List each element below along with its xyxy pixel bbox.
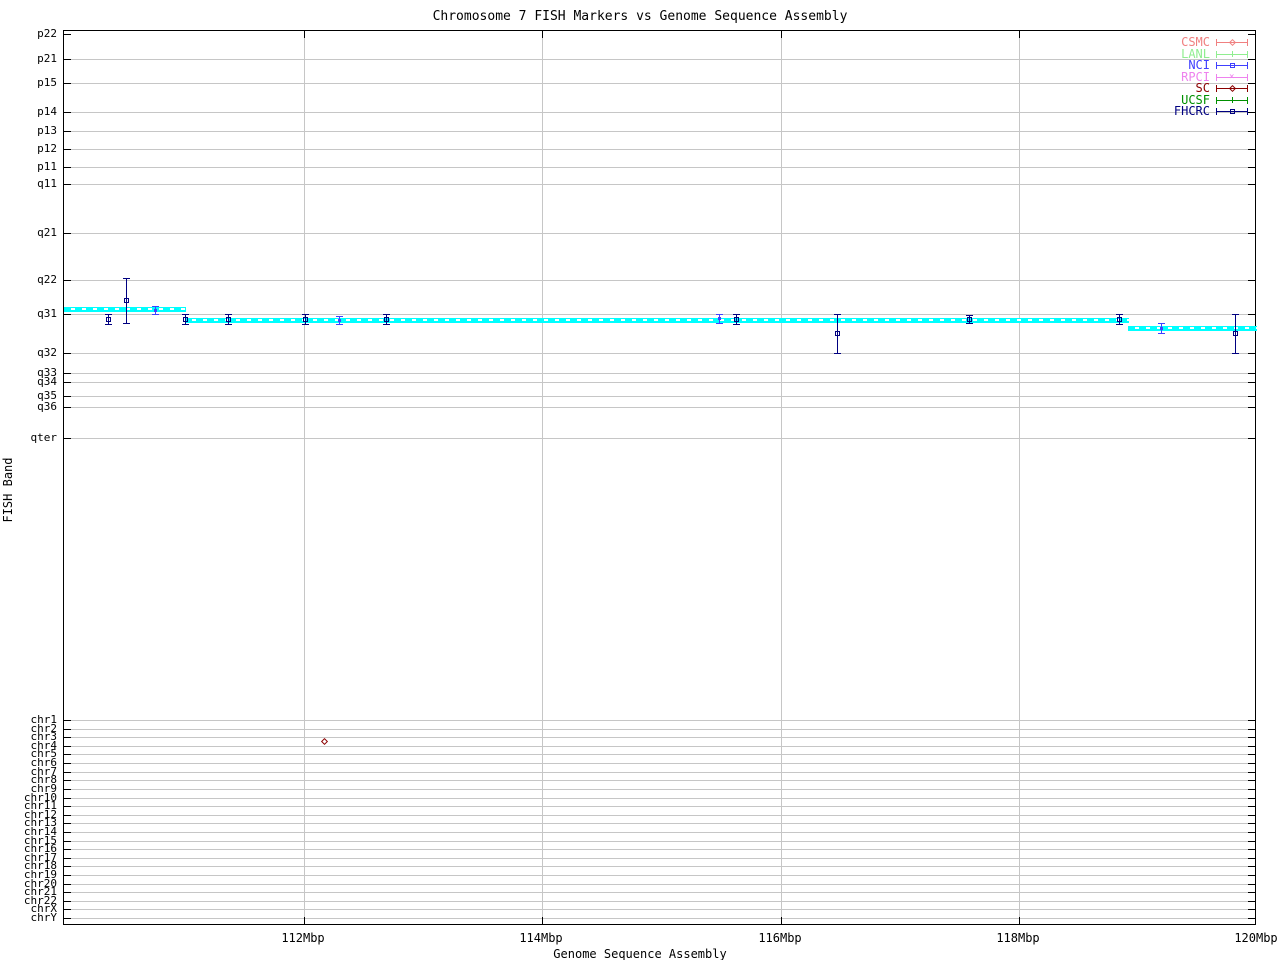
chart-canvas: Chromosome 7 FISH Markers vs Genome Sequ… — [0, 0, 1280, 960]
legend-sample-cap — [1216, 39, 1217, 46]
legend-marker-square — [1230, 109, 1235, 114]
legend-sample-cap — [1247, 39, 1248, 46]
legend-sample-cap — [1247, 108, 1248, 115]
legend-sample-cap — [1247, 62, 1248, 69]
legend-marker-cross: × — [1229, 71, 1235, 82]
legend-sample-cap — [1216, 85, 1217, 92]
legend: CSMC LANL NCI RPCI × SC UCSF FHCRC — [0, 0, 1280, 960]
legend-marker-tick — [1232, 50, 1233, 57]
legend-marker-square — [1230, 63, 1235, 68]
legend-sample-cap — [1247, 96, 1248, 104]
legend-sample-cap — [1247, 73, 1248, 81]
legend-marker-tick — [1232, 96, 1233, 103]
legend-sample-cap — [1216, 96, 1217, 104]
legend-marker-diamond — [1228, 84, 1237, 93]
legend-sample-cap — [1247, 50, 1248, 58]
legend-sample-cap — [1216, 50, 1217, 58]
legend-label-fhcrc: FHCRC — [1173, 104, 1210, 118]
legend-sample-cap — [1216, 62, 1217, 69]
legend-sample-cap — [1216, 108, 1217, 115]
legend-sample-cap — [1216, 73, 1217, 81]
legend-marker-diamond — [1228, 38, 1237, 47]
legend-sample-cap — [1247, 85, 1248, 92]
